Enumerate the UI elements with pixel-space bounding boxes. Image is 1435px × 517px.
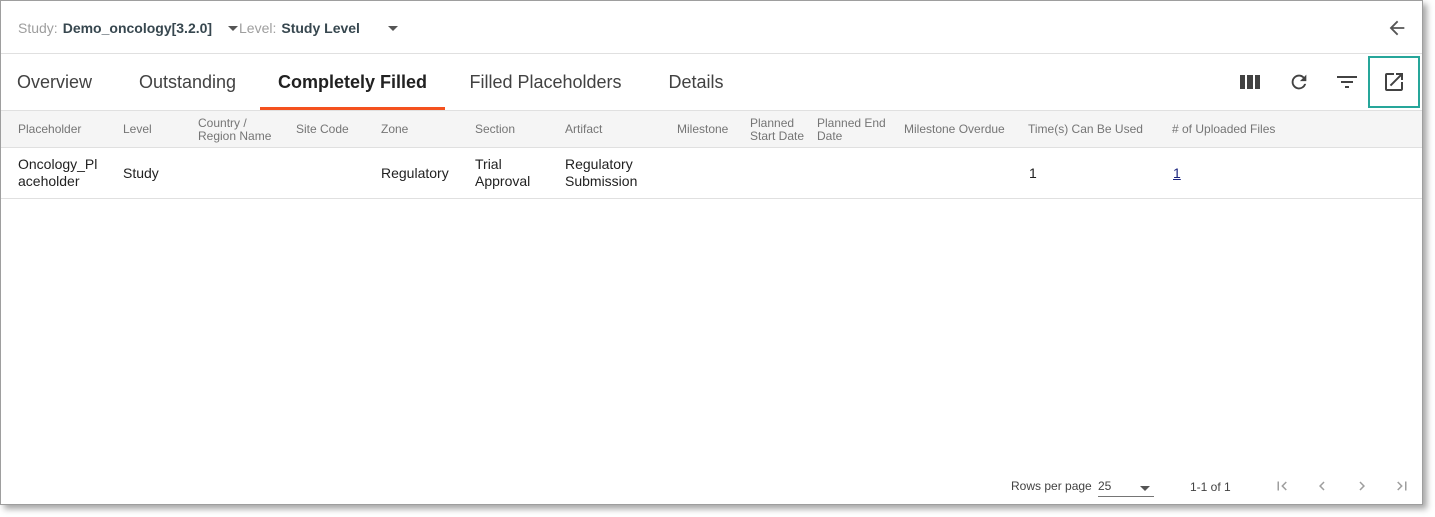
study-label: Study:: [18, 20, 58, 36]
next-page-icon[interactable]: [1352, 476, 1372, 496]
cell-country-region: [198, 148, 283, 198]
tab-completely-filled[interactable]: Completely Filled: [260, 54, 445, 110]
study-value: Demo_oncology[3.2.0]: [62, 20, 213, 36]
col-milestone[interactable]: Milestone: [677, 111, 747, 148]
last-page-icon[interactable]: [1392, 476, 1412, 496]
level-selector[interactable]: Level: Study Level: [239, 20, 398, 36]
tab-filled-placeholders[interactable]: Filled Placeholders: [453, 54, 638, 110]
level-label: Level:: [239, 20, 277, 36]
col-planned-end[interactable]: Planned End Date: [817, 111, 895, 148]
cell-section: Trial Approval: [475, 156, 531, 189]
first-page-icon[interactable]: [1272, 476, 1292, 496]
refresh-icon[interactable]: [1285, 68, 1313, 96]
cell-milestone-overdue: [904, 148, 1022, 198]
col-site-code[interactable]: Site Code: [296, 111, 376, 148]
col-placeholder[interactable]: Placeholder: [18, 111, 113, 148]
study-selector[interactable]: Study: Demo_oncology[3.2.0]: [18, 20, 239, 36]
cell-zone: Regulatory: [381, 164, 449, 181]
col-section[interactable]: Section: [475, 111, 560, 148]
col-zone[interactable]: Zone: [381, 111, 466, 148]
previous-page-icon[interactable]: [1312, 476, 1332, 496]
report-panel: Study: Demo_oncology[3.2.0] Level: Study…: [0, 0, 1423, 505]
filter-icon[interactable]: [1333, 68, 1361, 96]
columns-icon[interactable]: [1236, 68, 1264, 96]
tab-outstanding[interactable]: Outstanding: [116, 54, 259, 110]
uploaded-files-link[interactable]: 1: [1173, 165, 1181, 182]
tab-bar: Overview Outstanding Completely Filled F…: [1, 54, 1422, 111]
table-row[interactable]: Oncology_Placeholder Study Regulatory Tr…: [1, 148, 1422, 199]
cell-times-can-be-used: 1: [1029, 164, 1037, 181]
col-milestone-overdue[interactable]: Milestone Overdue: [904, 111, 1022, 148]
cell-placeholder: Oncology_Placeholder: [18, 156, 98, 189]
cell-uploaded-files: 1: [1173, 148, 1323, 198]
tab-details[interactable]: Details: [651, 54, 741, 110]
cell-milestone: [677, 148, 747, 198]
rows-per-page-label: Rows per page: [1011, 479, 1092, 493]
cell-level: Study: [123, 164, 159, 181]
col-country-region[interactable]: Country / Region Name: [198, 111, 283, 148]
chevron-down-icon[interactable]: [387, 25, 398, 31]
level-value: Study Level: [281, 20, 360, 36]
col-times-can-be-used[interactable]: Time(s) Can Be Used: [1028, 111, 1163, 148]
open-in-new-icon[interactable]: [1368, 56, 1420, 108]
table-header: Placeholder Level Country / Region Name …: [1, 111, 1422, 148]
col-artifact[interactable]: Artifact: [565, 111, 665, 148]
context-bar: Study: Demo_oncology[3.2.0] Level: Study…: [1, 1, 1422, 54]
chevron-down-icon[interactable]: [228, 25, 239, 31]
cell-artifact: Regulatory Submission: [565, 156, 638, 189]
page-range: 1-1 of 1: [1190, 480, 1231, 494]
cell-planned-start: [750, 148, 812, 198]
col-uploaded-files[interactable]: # of Uploaded Files: [1172, 111, 1322, 148]
rows-per-page-select[interactable]: 25: [1098, 475, 1154, 497]
pagination-bar: Rows per page 25 1-1 of 1: [1, 467, 1422, 505]
cell-site-code: [296, 148, 376, 198]
back-arrow-icon[interactable]: [1386, 17, 1408, 39]
rows-per-page-value: 25: [1098, 479, 1112, 493]
cell-planned-end: [817, 148, 895, 198]
chevron-down-icon: [1140, 486, 1150, 491]
col-level[interactable]: Level: [123, 111, 193, 148]
col-planned-start[interactable]: Planned Start Date: [750, 111, 812, 148]
tab-overview[interactable]: Overview: [1, 54, 108, 110]
